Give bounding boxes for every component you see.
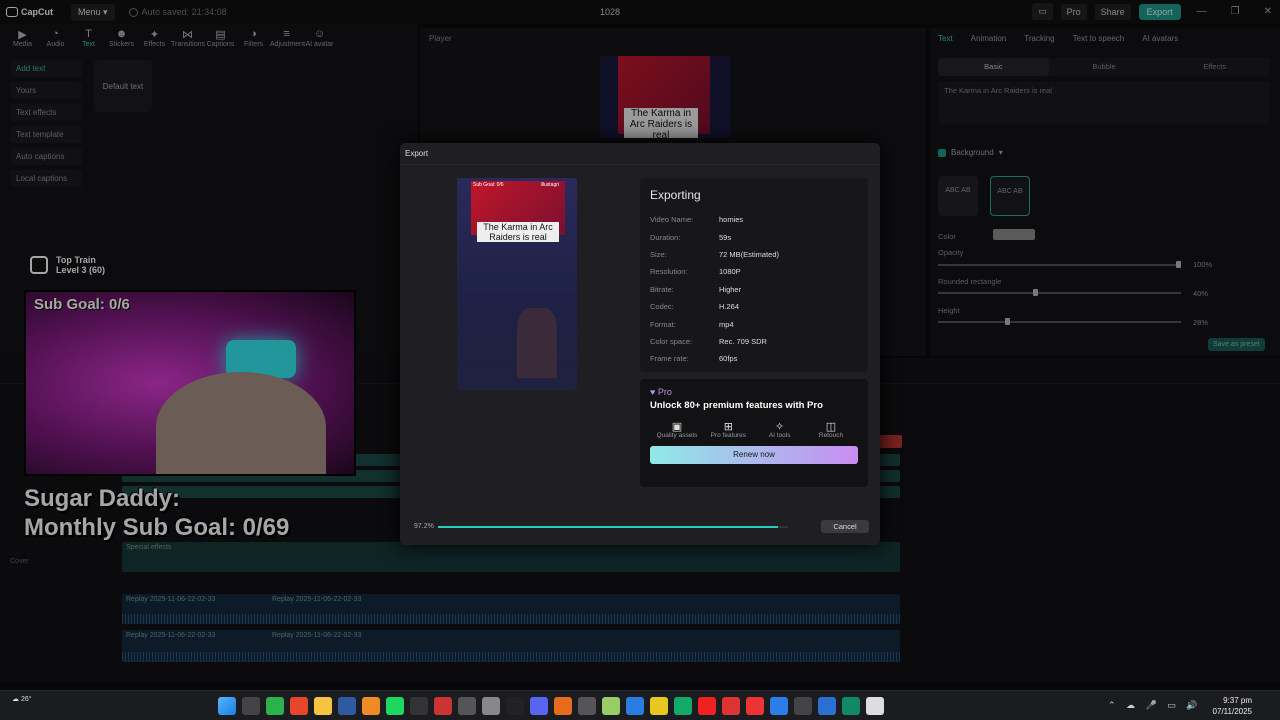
taskbar-app-icon[interactable]: [674, 697, 692, 715]
taskbar-app-icon[interactable]: [746, 697, 764, 715]
taskbar-app-icon[interactable]: [434, 697, 452, 715]
pro-features-icon: ⊞: [723, 421, 733, 433]
taskbar-app-icon[interactable]: [362, 697, 380, 715]
pro-title: Unlock 80+ premium features with Pro: [650, 400, 823, 411]
info-row: Format: mp4: [650, 315, 858, 332]
pro-badge: ♥ Pro: [650, 387, 672, 397]
info-row: Size: 72 MB(Estimated): [650, 246, 858, 263]
taskbar-app-icon[interactable]: [698, 697, 716, 715]
start-icon[interactable]: [218, 697, 236, 715]
feature-quality-assets: ▣ Quality assets: [652, 420, 702, 439]
info-key: Video Name:: [650, 215, 694, 225]
taskbar-app-icon[interactable]: [386, 697, 404, 715]
quality-assets-icon: ▣: [671, 421, 683, 433]
taskbar-app-icon[interactable]: [554, 697, 572, 715]
info-value: Higher: [719, 284, 742, 294]
info-row: Resolution: 1080P: [650, 263, 858, 280]
taskbar-app-icon[interactable]: [482, 697, 500, 715]
info-row: Video Name: homies: [650, 211, 858, 228]
info-value: H.264: [719, 302, 740, 312]
export-preview: Sub Goal: 0/6 illustagri The Karma in Ar…: [457, 178, 577, 390]
info-value: 59s: [719, 232, 732, 242]
info-key: Frame rate:: [650, 354, 689, 364]
taskbar-app-icon[interactable]: [650, 697, 668, 715]
progress-bar: [438, 526, 788, 528]
taskbar-app-icon[interactable]: [578, 697, 596, 715]
taskbar-app-icon[interactable]: [866, 697, 884, 715]
info-key: Size:: [650, 249, 667, 259]
search-icon[interactable]: [242, 697, 260, 715]
feature-retouch: ◫ Retouch: [806, 420, 856, 439]
info-row: Color space: Rec. 709 SDR: [650, 333, 858, 350]
info-key: Color space:: [650, 336, 693, 346]
renew-now-button[interactable]: Renew now: [650, 446, 858, 464]
retouch-icon: ◫: [825, 421, 837, 433]
pro-upsell: ♥ Pro Unlock 80+ premium features with P…: [640, 379, 868, 487]
system-tray[interactable]: ⌃ ☁ 🎤 ▭ 🔊: [1108, 700, 1201, 711]
taskbar-app-icon[interactable]: [626, 697, 644, 715]
info-key: Bitrate:: [650, 284, 674, 294]
taskbar-app-icon[interactable]: [722, 697, 740, 715]
info-value: mp4: [719, 319, 734, 329]
info-key: Resolution:: [650, 267, 688, 277]
taskbar-app-icon[interactable]: [818, 697, 836, 715]
taskbar-app-icon[interactable]: [314, 697, 332, 715]
info-value: 1080P: [719, 267, 741, 277]
progress-text: 97.2%: [414, 523, 434, 530]
export-info: Exporting Video Name: homies Duration: 59s S…: [640, 178, 868, 372]
ai-tools-icon: ✧: [775, 421, 785, 433]
info-key: Format:: [650, 319, 676, 329]
taskbar-app-icon[interactable]: [338, 697, 356, 715]
taskbar-app-icon[interactable]: [410, 697, 428, 715]
cancel-button[interactable]: Cancel: [821, 520, 869, 533]
taskbar-app-icon[interactable]: [842, 697, 860, 715]
info-key: Codec:: [650, 302, 674, 312]
taskbar-app-icon[interactable]: [602, 697, 620, 715]
info-value: Rec. 709 SDR: [719, 336, 767, 346]
feature-ai-tools: ✧ AI tools: [755, 420, 805, 439]
info-key: Duration:: [650, 232, 681, 242]
info-value: homies: [719, 215, 744, 225]
taskbar: ☁ 26° ⌃ ☁ 🎤 ▭ 🔊 9:37 pm 07/11/2025: [0, 690, 1280, 720]
info-value: 72 MB(Estimated): [719, 249, 780, 259]
taskbar-app-icon[interactable]: [458, 697, 476, 715]
info-value: 60fps: [719, 354, 738, 364]
taskbar-app-icon[interactable]: [794, 697, 812, 715]
info-row: Codec: H.264: [650, 298, 858, 315]
preview-caption: The Karma in Arc Raiders is real: [477, 222, 559, 242]
taskbar-app-icon[interactable]: [530, 697, 548, 715]
exporting-heading: Exporting: [650, 188, 701, 202]
export-dialog: Export Sub Goal: 0/6 illustagri The Karm…: [400, 143, 880, 545]
info-row: Duration: 59s: [650, 228, 858, 245]
info-row: Frame rate: 60fps: [650, 350, 858, 367]
taskbar-app-icon[interactable]: [506, 697, 524, 715]
weather-widget[interactable]: ☁ 26°: [12, 695, 32, 703]
info-row: Bitrate: Higher: [650, 281, 858, 298]
taskbar-app-icon[interactable]: [770, 697, 788, 715]
dialog-title: Export: [400, 143, 880, 165]
feature-pro-features: ⊞ Pro features: [703, 420, 753, 439]
taskbar-app-icon[interactable]: [266, 697, 284, 715]
clock[interactable]: 9:37 pm 07/11/2025: [1210, 695, 1252, 717]
taskbar-app-icon[interactable]: [290, 697, 308, 715]
